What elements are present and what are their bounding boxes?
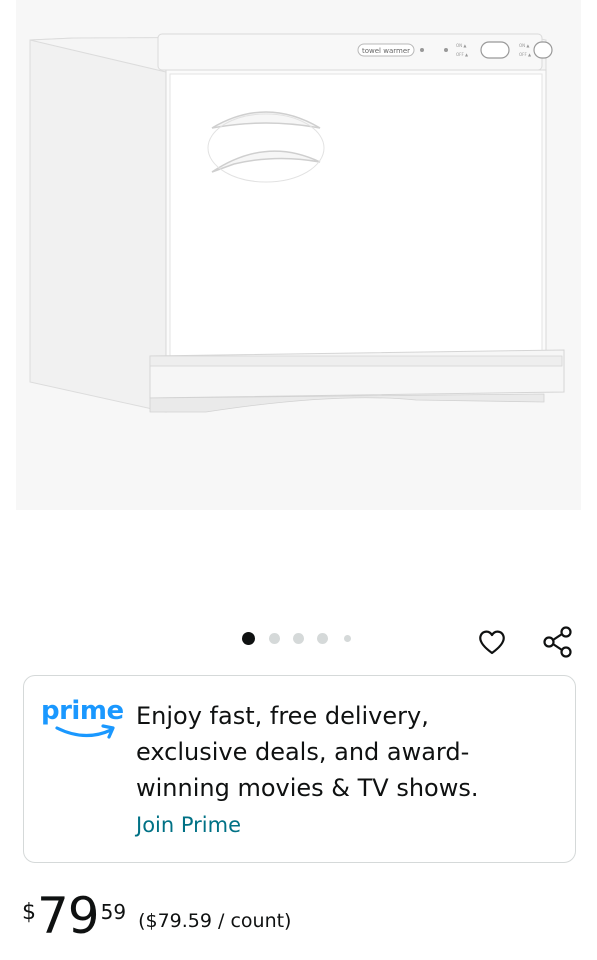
wishlist-button[interactable]	[470, 620, 514, 664]
price-per-unit: ($79.59 / count)	[138, 910, 292, 932]
price-fraction: 59	[100, 900, 127, 924]
prime-logo: prime	[41, 696, 125, 744]
join-prime-link[interactable]: Join Prime	[136, 813, 241, 837]
product-image[interactable]: towel warmer ON ▲ OFF ▲ ON ▲ OFF ▲	[16, 0, 581, 510]
svg-text:ON ▲: ON ▲	[456, 43, 467, 48]
share-button[interactable]	[536, 620, 580, 664]
prime-promo-card[interactable]: prime Enjoy fast, free delivery, exclusi…	[23, 675, 576, 863]
product-detail-page: towel warmer ON ▲ OFF ▲ ON ▲ OFF ▲ prime…	[0, 0, 597, 960]
svg-text:OFF ▲: OFF ▲	[519, 52, 532, 57]
price-block: $ 79 59 ($79.59 / count)	[22, 888, 291, 958]
svg-text:ON ▲: ON ▲	[519, 43, 530, 48]
share-icon	[543, 626, 572, 658]
heart-outline-icon	[479, 630, 505, 655]
price-whole: 79	[37, 887, 100, 945]
svg-text:OFF ▲: OFF ▲	[456, 52, 469, 57]
panel-label: towel warmer	[362, 47, 410, 55]
prime-message: Enjoy fast, free delivery, exclusive dea…	[136, 702, 479, 802]
towel-warmer-illustration: towel warmer ON ▲ OFF ▲ ON ▲ OFF ▲	[16, 0, 581, 510]
carousel-dot-3[interactable]	[293, 633, 304, 644]
carousel-dot-2[interactable]	[269, 633, 280, 644]
prime-smile-arrow-icon	[55, 724, 115, 739]
carousel-dot-4[interactable]	[317, 633, 328, 644]
carousel-dot-1[interactable]	[242, 632, 255, 645]
carousel-dot-5[interactable]	[344, 635, 351, 642]
price-currency-symbol: $	[22, 900, 36, 925]
